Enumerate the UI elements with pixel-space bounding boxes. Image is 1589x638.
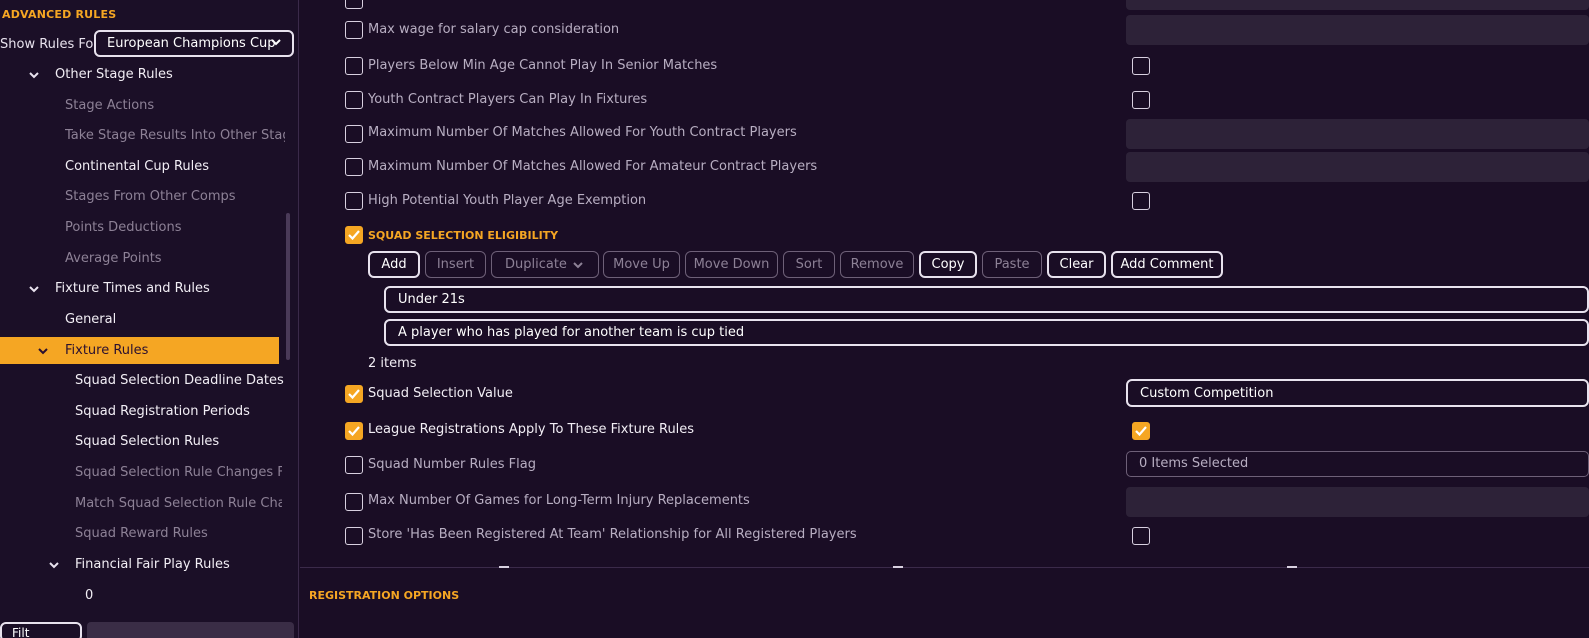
competition-select-value: European Champions Cup <box>107 36 276 51</box>
row-label-players-below-min-age: Players Below Min Age Cannot Play In Sen… <box>368 58 718 73</box>
move-up-button[interactable]: Move Up <box>603 251 680 278</box>
sidebar-item-take-stage-results[interactable]: Take Stage Results Into Other Stage <box>65 128 285 143</box>
sidebar-item-zero[interactable]: 0 <box>85 588 93 603</box>
checkbox-checked[interactable] <box>345 422 363 440</box>
add-button[interactable]: Add <box>368 251 420 278</box>
value-checkbox-checked[interactable] <box>1132 422 1150 440</box>
sort-button[interactable]: Sort <box>783 251 835 278</box>
chevron-down-icon[interactable] <box>28 69 40 81</box>
row-label-max-games-lti: Max Number Of Games for Long-Term Injury… <box>368 493 750 508</box>
row-label-store-registered: Store 'Has Been Registered At Team' Rela… <box>368 527 857 542</box>
value-field[interactable] <box>1126 152 1589 182</box>
sidebar-item-squad-registration-periods[interactable]: Squad Registration Periods <box>75 404 250 419</box>
checkbox[interactable] <box>345 57 363 75</box>
main-panel: Max wage for salary cap consideration Pl… <box>300 0 1589 638</box>
sidebar-item-squad-selection-deadline[interactable]: Squad Selection Deadline Dates <box>75 373 284 388</box>
checkbox[interactable] <box>345 0 363 9</box>
sidebar-title: ADVANCED RULES <box>2 8 117 21</box>
resize-handle[interactable] <box>499 566 509 568</box>
remove-button[interactable]: Remove <box>840 251 914 278</box>
checkbox[interactable] <box>345 125 363 143</box>
row-label-youth-contract: Youth Contract Players Can Play In Fixtu… <box>368 92 648 107</box>
row-label-squad-selection-value: Squad Selection Value <box>368 386 513 401</box>
insert-button[interactable]: Insert <box>425 251 486 278</box>
sidebar: ADVANCED RULES Show Rules For European C… <box>0 0 299 638</box>
squad-section-title: SQUAD SELECTION ELIGIBILITY <box>368 229 559 242</box>
checkbox[interactable] <box>345 192 363 210</box>
sidebar-item-squad-selection-rules[interactable]: Squad Selection Rules <box>75 434 219 449</box>
checkbox-checked[interactable] <box>345 385 363 403</box>
checkbox[interactable] <box>345 21 363 39</box>
value-field[interactable] <box>1126 15 1589 45</box>
value-checkbox[interactable] <box>1132 527 1150 545</box>
copy-button[interactable]: Copy <box>919 251 977 278</box>
chevron-down-icon <box>271 39 281 46</box>
move-down-button[interactable]: Move Down <box>685 251 778 278</box>
sidebar-item-squad-reward-rules[interactable]: Squad Reward Rules <box>75 526 208 541</box>
sidebar-item-financial-fair-play[interactable]: Financial Fair Play Rules <box>75 557 230 572</box>
check-icon <box>1135 426 1147 437</box>
checkbox[interactable] <box>345 91 363 109</box>
value-field[interactable] <box>1126 487 1589 517</box>
checkbox[interactable] <box>345 493 363 511</box>
sidebar-item-label: Fixture Rules <box>65 343 149 358</box>
sidebar-item-fixture-rules[interactable]: Fixture Rules <box>0 337 279 364</box>
item-count: 2 items <box>368 356 417 371</box>
add-comment-button[interactable]: Add Comment <box>1111 251 1223 278</box>
row-label-max-wage: Max wage for salary cap consideration <box>368 22 620 37</box>
paste-button[interactable]: Paste <box>982 251 1042 278</box>
list-item[interactable]: A player who has played for another team… <box>384 319 1589 346</box>
squad-selection-value-field[interactable]: Custom Competition <box>1126 379 1589 407</box>
row-label-squad-number-rules: Squad Number Rules Flag <box>368 457 536 472</box>
resize-handle[interactable] <box>1287 566 1297 568</box>
value-checkbox[interactable] <box>1132 192 1150 210</box>
registration-options-title: REGISTRATION OPTIONS <box>309 589 460 602</box>
sidebar-item-average-points[interactable]: Average Points <box>65 251 162 266</box>
sidebar-item-match-squad-selection-rule-changes[interactable]: Match Squad Selection Rule Chang <box>75 496 282 511</box>
sidebar-item-stage-actions[interactable]: Stage Actions <box>65 98 154 113</box>
sidebar-scrollbar[interactable] <box>286 213 290 360</box>
sidebar-item-points-deductions[interactable]: Points Deductions <box>65 220 182 235</box>
list-item[interactable]: Under 21s <box>384 286 1589 313</box>
sidebar-item-continental-cup-rules[interactable]: Continental Cup Rules <box>65 159 209 174</box>
sidebar-item-squad-selection-rule-changes[interactable]: Squad Selection Rule Changes For <box>75 465 282 480</box>
duplicate-label: Duplicate <box>505 257 567 272</box>
sidebar-item-fixture-times[interactable]: Fixture Times and Rules <box>55 281 210 296</box>
competition-select[interactable]: European Champions Cup <box>94 30 294 57</box>
filter-input[interactable] <box>87 622 294 638</box>
value-checkbox[interactable] <box>1132 57 1150 75</box>
check-icon <box>348 426 360 437</box>
check-icon <box>348 389 360 400</box>
divider <box>300 567 1589 568</box>
chevron-down-icon[interactable] <box>48 559 60 571</box>
chevron-down-icon[interactable] <box>28 283 40 295</box>
sidebar-item-stages-from-other-comps[interactable]: Stages From Other Comps <box>65 189 236 204</box>
row-label-high-potential: High Potential Youth Player Age Exemptio… <box>368 193 647 208</box>
chevron-down-icon <box>573 262 583 269</box>
sidebar-item-other-stage-rules[interactable]: Other Stage Rules <box>55 67 173 82</box>
resize-handle[interactable] <box>893 566 903 568</box>
value-checkbox[interactable] <box>1132 91 1150 109</box>
row-label-max-matches-youth: Maximum Number Of Matches Allowed For Yo… <box>368 125 797 140</box>
filter-button[interactable]: Filt <box>0 622 82 638</box>
row-label-max-matches-amateur: Maximum Number Of Matches Allowed For Am… <box>368 159 818 174</box>
duplicate-button[interactable]: Duplicate <box>491 251 599 278</box>
squad-number-rules-field[interactable]: 0 Items Selected <box>1126 451 1589 477</box>
checkbox[interactable] <box>345 527 363 545</box>
show-rules-label: Show Rules For <box>0 37 99 52</box>
value-field[interactable] <box>1126 0 1589 10</box>
clear-button[interactable]: Clear <box>1047 251 1106 278</box>
checkbox-checked[interactable] <box>345 226 363 244</box>
value-field[interactable] <box>1126 119 1589 149</box>
chevron-down-icon[interactable] <box>37 345 49 357</box>
check-icon <box>348 230 360 241</box>
row-label-league-registrations: League Registrations Apply To These Fixt… <box>368 422 695 437</box>
checkbox[interactable] <box>345 456 363 474</box>
checkbox[interactable] <box>345 158 363 176</box>
sidebar-item-general[interactable]: General <box>65 312 116 327</box>
